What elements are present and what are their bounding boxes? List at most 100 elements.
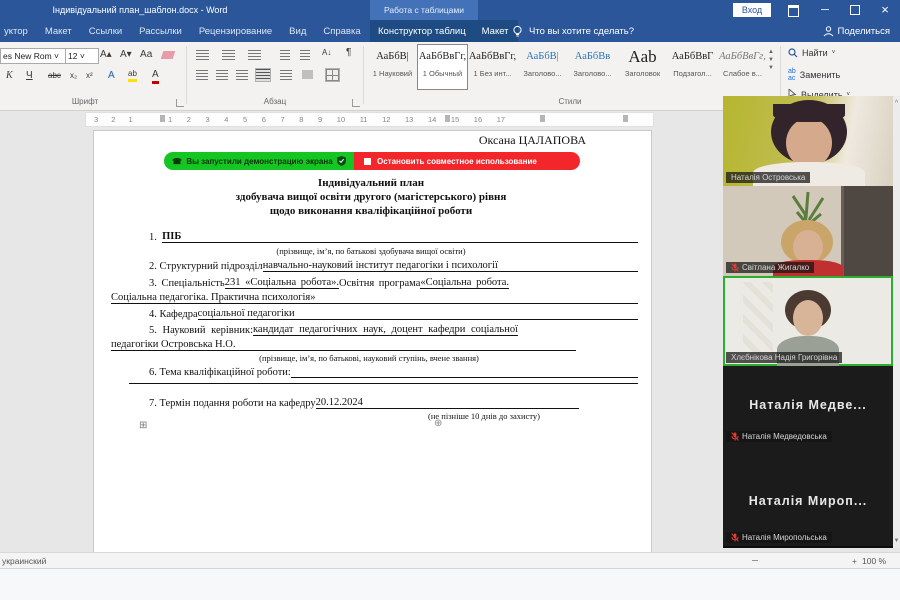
style-heading1[interactable]: АаБбВ|Заголово... [518, 45, 567, 89]
item-5-line1: 5. Науковий керівник: кандидат педагогіч… [149, 324, 638, 336]
shrink-font-button[interactable]: А▾ [120, 47, 132, 63]
search-icon [788, 48, 798, 58]
font-size-combo[interactable]: 12 ˅ [65, 48, 99, 64]
stop-share-button[interactable]: Остановить совместное использование [354, 152, 580, 170]
participant-name-label: Світлана Жигалко [726, 262, 814, 273]
doc-title-line3: щодо виконання кваліфікаційної роботи [111, 205, 631, 217]
tab-references[interactable]: Ссылки [89, 26, 122, 37]
text-effects-button[interactable]: А [108, 68, 115, 84]
ruler-table-marker[interactable] [540, 115, 545, 122]
participant-name-label: Хлєбнікова Надія Григорівна [726, 352, 842, 363]
tab-mailings[interactable]: Рассылки [139, 26, 182, 37]
styles-gallery-scroll[interactable]: ▲▼▼ [768, 48, 774, 72]
tab-table-design[interactable]: Конструктор таблиц [378, 26, 466, 37]
align-center-icon[interactable] [216, 70, 228, 80]
screenshare-banner: ☎ Вы запустили демонстрацию экрана [164, 152, 354, 170]
close-button[interactable]: × [872, 0, 898, 20]
zoom-out-button[interactable]: ─ [752, 555, 758, 565]
strikethrough-button[interactable]: abc [48, 68, 61, 84]
justify-icon[interactable] [256, 69, 270, 81]
style-subtitle[interactable]: АаБбВвГПодзагол... [668, 45, 717, 89]
font-dialog-launcher-icon[interactable] [176, 99, 184, 107]
scroll-down-icon[interactable]: ▼ [893, 538, 900, 544]
multilevel-list-icon[interactable] [248, 50, 261, 60]
borders-icon[interactable] [326, 69, 339, 81]
paragraph-group-label: Абзац [245, 97, 305, 106]
participant-face [786, 118, 832, 168]
tab-help[interactable]: Справка [323, 26, 360, 37]
ruler[interactable]: 3 2 1 1 2 3 4 5 6 7 8 9 10 11 12 13 14 1… [85, 112, 654, 127]
ruler-table-marker[interactable] [445, 115, 450, 122]
paragraph-dialog-launcher-icon[interactable] [352, 99, 360, 107]
tab-layout[interactable]: Макет [45, 26, 72, 37]
font-color-button[interactable]: А [152, 68, 159, 84]
sort-icon[interactable]: А↓ [322, 45, 331, 61]
pilcrow-icon[interactable]: ¶ [346, 45, 351, 61]
video-tile-no-video[interactable]: Наталія Мироп... Наталія Миропольська [723, 456, 893, 546]
ruler-table-marker[interactable] [160, 115, 165, 122]
highlight-button[interactable]: ab [128, 68, 137, 82]
scroll-up-icon[interactable]: ^ [893, 100, 900, 107]
line-spacing-icon[interactable] [280, 70, 292, 80]
video-call-panel[interactable]: Наталія Островська Світлана Жигалко Хлєб… [723, 96, 893, 548]
share-button[interactable]: Поделиться [823, 20, 890, 42]
ruler-table-marker[interactable] [623, 115, 628, 122]
tab-partial[interactable]: уктор [4, 26, 28, 37]
ribbon-display-options-icon[interactable] [780, 0, 806, 20]
video-tile-active-speaker[interactable]: Хлєбнікова Надія Григорівна [723, 276, 893, 366]
tab-table-layout[interactable]: Макет [482, 26, 509, 37]
document-page[interactable]: Оксана ЦАЛАПОВА ☎ Вы запустили демонстра… [93, 130, 652, 554]
screenshare-banner-text: Вы запустили демонстрацию экрана [186, 157, 332, 166]
item-3-line2: Соціальна педагогіка. Практична психолог… [111, 292, 638, 304]
tell-me-label: Что вы хотите сделать? [529, 26, 634, 37]
align-right-icon[interactable] [236, 70, 248, 80]
video-tile[interactable]: Світлана Жигалко [723, 186, 893, 276]
person-icon [823, 26, 834, 37]
screen: Індивідуальний план_шаблон.docx - Word Р… [0, 0, 900, 600]
align-left-icon[interactable] [196, 70, 208, 80]
item-7: 7. Термін подання роботи на кафедру 20.1… [149, 397, 579, 409]
zoom-level[interactable]: 100 % [862, 556, 886, 566]
zoom-in-button[interactable]: + [852, 556, 857, 566]
table-insert-row-icon[interactable]: ⊕ [434, 418, 442, 429]
numbering-icon[interactable] [222, 50, 235, 60]
document-scrollbar[interactable]: ^ ▼ [893, 96, 900, 548]
increase-indent-icon[interactable] [300, 50, 310, 60]
underline-button[interactable]: Ч [26, 68, 33, 84]
tab-review[interactable]: Рецензирование [199, 26, 272, 37]
item-4: 4. Кафедра соціальної педагогіки [149, 308, 638, 320]
restore-button[interactable] [842, 0, 868, 20]
participant-hair [773, 104, 845, 122]
font-name-combo[interactable]: es New Rom ˅ [0, 48, 66, 64]
style-subtle-emphasis[interactable]: АаБбВвГг,Слабое в... [718, 45, 767, 89]
decrease-indent-icon[interactable] [280, 50, 290, 60]
find-button[interactable]: Найти˅ [788, 48, 835, 58]
style-no-spacing[interactable]: АаБбВвГг,1 Без инт... [468, 45, 517, 89]
share-label: Поделиться [838, 26, 890, 37]
language-indicator[interactable]: украинский [2, 556, 46, 566]
style-heading2[interactable]: АаБбВвЗаголово... [568, 45, 617, 89]
minimize-button[interactable]: ─ [812, 0, 838, 20]
sign-in-button[interactable]: Вход [733, 3, 771, 17]
italic-button[interactable]: К [6, 68, 13, 84]
tell-me-box[interactable]: Что вы хотите сделать? [512, 20, 634, 42]
replace-button[interactable]: abac Заменить [788, 68, 840, 82]
subscript-button[interactable]: x₂ [70, 68, 77, 84]
item-5-note: (прізвище, ім’я, по батькові, науковий с… [194, 353, 544, 363]
clear-format-icon[interactable] [161, 51, 176, 59]
participant-display-name: Наталія Медве... [723, 398, 893, 412]
superscript-button[interactable]: x² [86, 68, 93, 84]
video-tile[interactable]: Наталія Островська [723, 96, 893, 186]
style-normal[interactable]: АаБбВвГг,1 Обычный [418, 45, 467, 89]
bullets-icon[interactable] [196, 50, 209, 60]
item-2: 2. Структурний підрозділ навчально-науко… [149, 260, 638, 272]
change-case-button[interactable]: Аа [140, 47, 152, 63]
style-naukoviy[interactable]: АаБбВ|1 Науковий [368, 45, 417, 89]
video-tile-no-video[interactable]: Наталія Медве... Наталія Медведовська [723, 366, 893, 456]
table-move-handle-icon[interactable]: ⊞ [139, 420, 147, 431]
shield-check-icon [337, 156, 346, 166]
shading-icon[interactable] [302, 70, 313, 79]
grow-font-button[interactable]: А▴ [100, 47, 112, 63]
tab-view[interactable]: Вид [289, 26, 306, 37]
style-title[interactable]: AabЗаголовок [618, 45, 667, 89]
